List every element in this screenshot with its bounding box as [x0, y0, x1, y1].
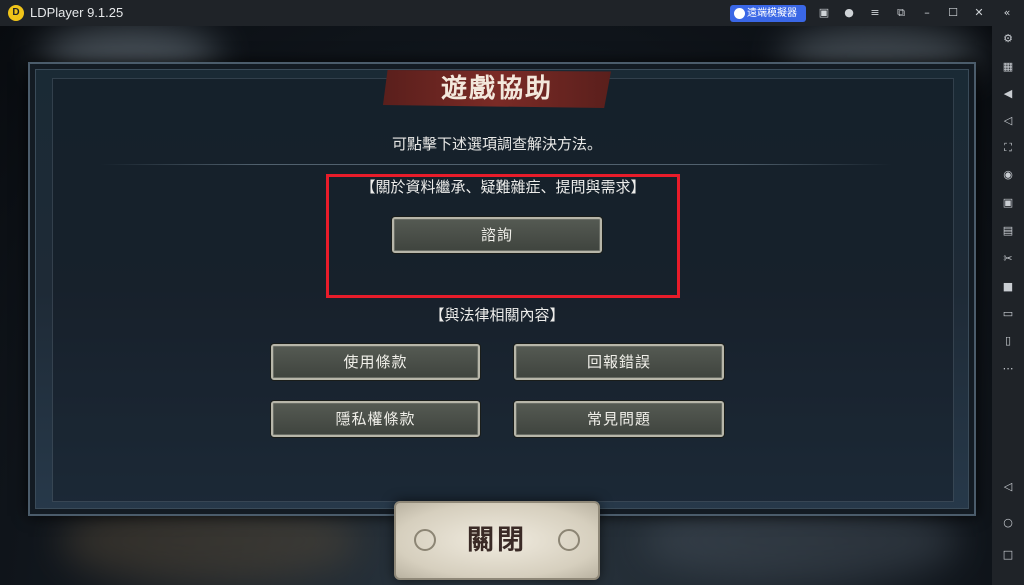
- close-dialog-label: 關閉: [467, 525, 527, 556]
- volume-down-icon[interactable]: ◁: [1001, 114, 1015, 128]
- consult-button[interactable]: 諮詢: [392, 217, 602, 253]
- section-label-legal: 【與法律相關內容】: [429, 306, 565, 324]
- apk-icon[interactable]: ▤: [1001, 224, 1015, 238]
- game-screen: 遊戲協助 可點擊下述選項調查解決方法。 【關於資料繼承、疑難雜症、提問與需求】 …: [0, 26, 992, 585]
- user-icon[interactable]: ●: [842, 6, 856, 20]
- app-title: LDPlayer 9.1.25: [30, 5, 124, 20]
- privacy-policy-button[interactable]: 隱私權條款: [271, 401, 480, 437]
- close-dialog-button[interactable]: 關閉: [394, 501, 600, 580]
- settings-icon[interactable]: ⚙: [1001, 32, 1015, 46]
- app-logo: D: [8, 5, 24, 21]
- shake-icon[interactable]: ▯: [1001, 334, 1015, 348]
- scissors-icon[interactable]: ✂: [1001, 252, 1015, 266]
- menu-icon[interactable]: ≡: [868, 6, 882, 20]
- more-icon[interactable]: ⋯: [1001, 362, 1015, 376]
- remote-icon: [734, 8, 745, 19]
- report-error-button[interactable]: 回報錯誤: [514, 344, 724, 380]
- minimize-icon[interactable]: –: [920, 6, 934, 20]
- record-icon[interactable]: ■: [1001, 280, 1015, 294]
- restore-icon[interactable]: ⧉: [894, 6, 908, 20]
- sync-icon[interactable]: ▣: [1001, 196, 1015, 210]
- volume-up-icon[interactable]: ◀: [1001, 87, 1015, 101]
- dialog-subtitle: 可點擊下述選項調查解決方法。: [391, 135, 602, 153]
- gift-icon[interactable]: ▣: [817, 6, 831, 20]
- right-toolbar: ⚙ ▦ ◀ ◁ ⛶ ◉ ▣ ▤ ✂ ■ ▭ ▯ ⋯ ◁ ○ □: [992, 26, 1024, 585]
- maximize-icon[interactable]: ☐: [946, 6, 960, 20]
- remote-emulator-label: 遠端模擬器: [747, 8, 797, 19]
- keyboard-icon[interactable]: ▦: [1001, 60, 1015, 74]
- remote-emulator-button[interactable]: 遠端模擬器: [730, 5, 806, 22]
- screenshot-icon[interactable]: ⛶: [1001, 141, 1015, 155]
- close-icon[interactable]: ✕: [972, 6, 986, 20]
- faq-button[interactable]: 常見問題: [514, 401, 724, 437]
- back-icon[interactable]: ◁: [1001, 480, 1015, 494]
- location-icon[interactable]: ◉: [1001, 168, 1015, 182]
- section-label-support: 【關於資料繼承、疑難雜症、提問與需求】: [360, 178, 646, 196]
- terms-of-use-button[interactable]: 使用條款: [271, 344, 480, 380]
- home-icon[interactable]: ○: [1001, 516, 1015, 530]
- titlebar: D LDPlayer 9.1.25 遠端模擬器 ▣ ● ≡ ⧉ – ☐ ✕ «: [0, 0, 1024, 26]
- divider: [100, 164, 892, 165]
- dialog-title: 遊戲協助: [440, 74, 553, 104]
- recent-apps-icon[interactable]: □: [1001, 548, 1015, 562]
- collapse-sidebar-icon[interactable]: «: [1000, 6, 1014, 20]
- folder-icon[interactable]: ▭: [1001, 307, 1015, 321]
